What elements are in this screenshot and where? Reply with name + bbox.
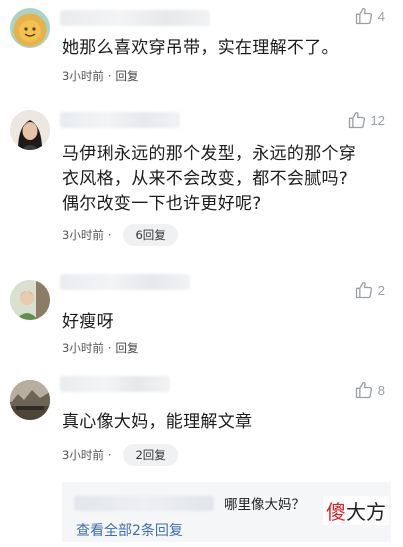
comment-1: 4 她那么喜欢穿吊带，实在理解不了。 3小时前 · 回复 — [0, 0, 403, 100]
comment-text-line: 偶尔改变一下也许更好呢? — [62, 194, 262, 214]
avatar[interactable] — [10, 110, 50, 150]
avatar[interactable] — [10, 8, 50, 48]
comment-meta: 3小时前 · 回复 — [62, 340, 138, 356]
like-button[interactable]: 8 — [354, 380, 385, 400]
comment-text: 她那么喜欢穿吊带，实在理解不了。 — [62, 38, 339, 58]
thumbs-up-icon — [355, 7, 372, 25]
comment-meta: 3小时前 · 2回复 — [62, 444, 178, 466]
reply-button[interactable]: 回复 — [115, 68, 138, 84]
comment-text: 真心像大妈，能理解文章 — [62, 412, 253, 432]
separator: · — [107, 69, 112, 83]
avatar[interactable] — [10, 280, 50, 320]
replies-button[interactable]: 2回复 — [123, 444, 178, 466]
sub-reply-text: 哪里像大妈？ — [224, 497, 305, 513]
thumbs-up-icon — [348, 111, 365, 129]
thumbs-up-icon — [355, 281, 372, 299]
cartoon-face-icon — [19, 14, 41, 42]
username-blurred — [60, 274, 190, 290]
watermark: 傻大方 — [323, 496, 389, 525]
reply-username-blurred — [74, 496, 214, 511]
comment-2: 12 马伊琍永远的那个发型，永远的那个穿 衣风格，从来不会改变，都不会腻吗? 偶… — [0, 100, 403, 260]
comment-meta: 3小时前 · 6回复 — [62, 224, 178, 246]
reply-button[interactable]: 回复 — [115, 340, 138, 356]
replies-button[interactable]: 6回复 — [123, 224, 178, 246]
watermark-text: 大方 — [346, 500, 386, 524]
thumbs-up-icon — [355, 381, 372, 399]
like-count: 12 — [370, 112, 385, 128]
view-all-replies-link[interactable]: 查看全部2条回复 — [76, 520, 183, 540]
like-button[interactable]: 4 — [354, 6, 385, 26]
username-blurred — [60, 10, 210, 26]
like-button[interactable]: 12 — [347, 110, 385, 130]
timestamp: 3小时前 — [62, 341, 104, 355]
separator: · — [107, 341, 112, 355]
username-blurred — [60, 112, 180, 128]
child-portrait-icon — [10, 280, 50, 320]
comment-meta: 3小时前 · 回复 — [62, 68, 138, 84]
separator: · — [107, 228, 112, 242]
like-count: 4 — [377, 8, 385, 24]
woman-portrait-icon — [10, 110, 50, 150]
watermark-accent: 傻 — [326, 500, 346, 524]
comment-3: 2 好瘦呀 3小时前 · 回复 — [0, 268, 403, 363]
username-blurred — [60, 376, 170, 392]
like-button[interactable]: 2 — [354, 280, 385, 300]
timestamp: 3小时前 — [62, 228, 104, 242]
landscape-photo-icon — [10, 380, 50, 420]
comment-text-line: 衣风格，从来不会改变，都不会腻吗? — [62, 169, 349, 189]
timestamp: 3小时前 — [62, 448, 104, 462]
separator: · — [107, 448, 112, 462]
avatar[interactable] — [10, 380, 50, 420]
like-count: 2 — [377, 282, 385, 298]
comment-4: 8 真心像大妈，能理解文章 3小时前 · 2回复 — [0, 370, 403, 480]
comment-text: 好瘦呀 — [62, 312, 114, 332]
comment-text: 马伊琍永远的那个发型，永远的那个穿 衣风格，从来不会改变，都不会腻吗? 偶尔改变… — [62, 142, 381, 217]
like-count: 8 — [377, 382, 385, 398]
comment-text-line: 马伊琍永远的那个发型，永远的那个穿 — [62, 144, 357, 164]
timestamp: 3小时前 — [62, 69, 104, 83]
